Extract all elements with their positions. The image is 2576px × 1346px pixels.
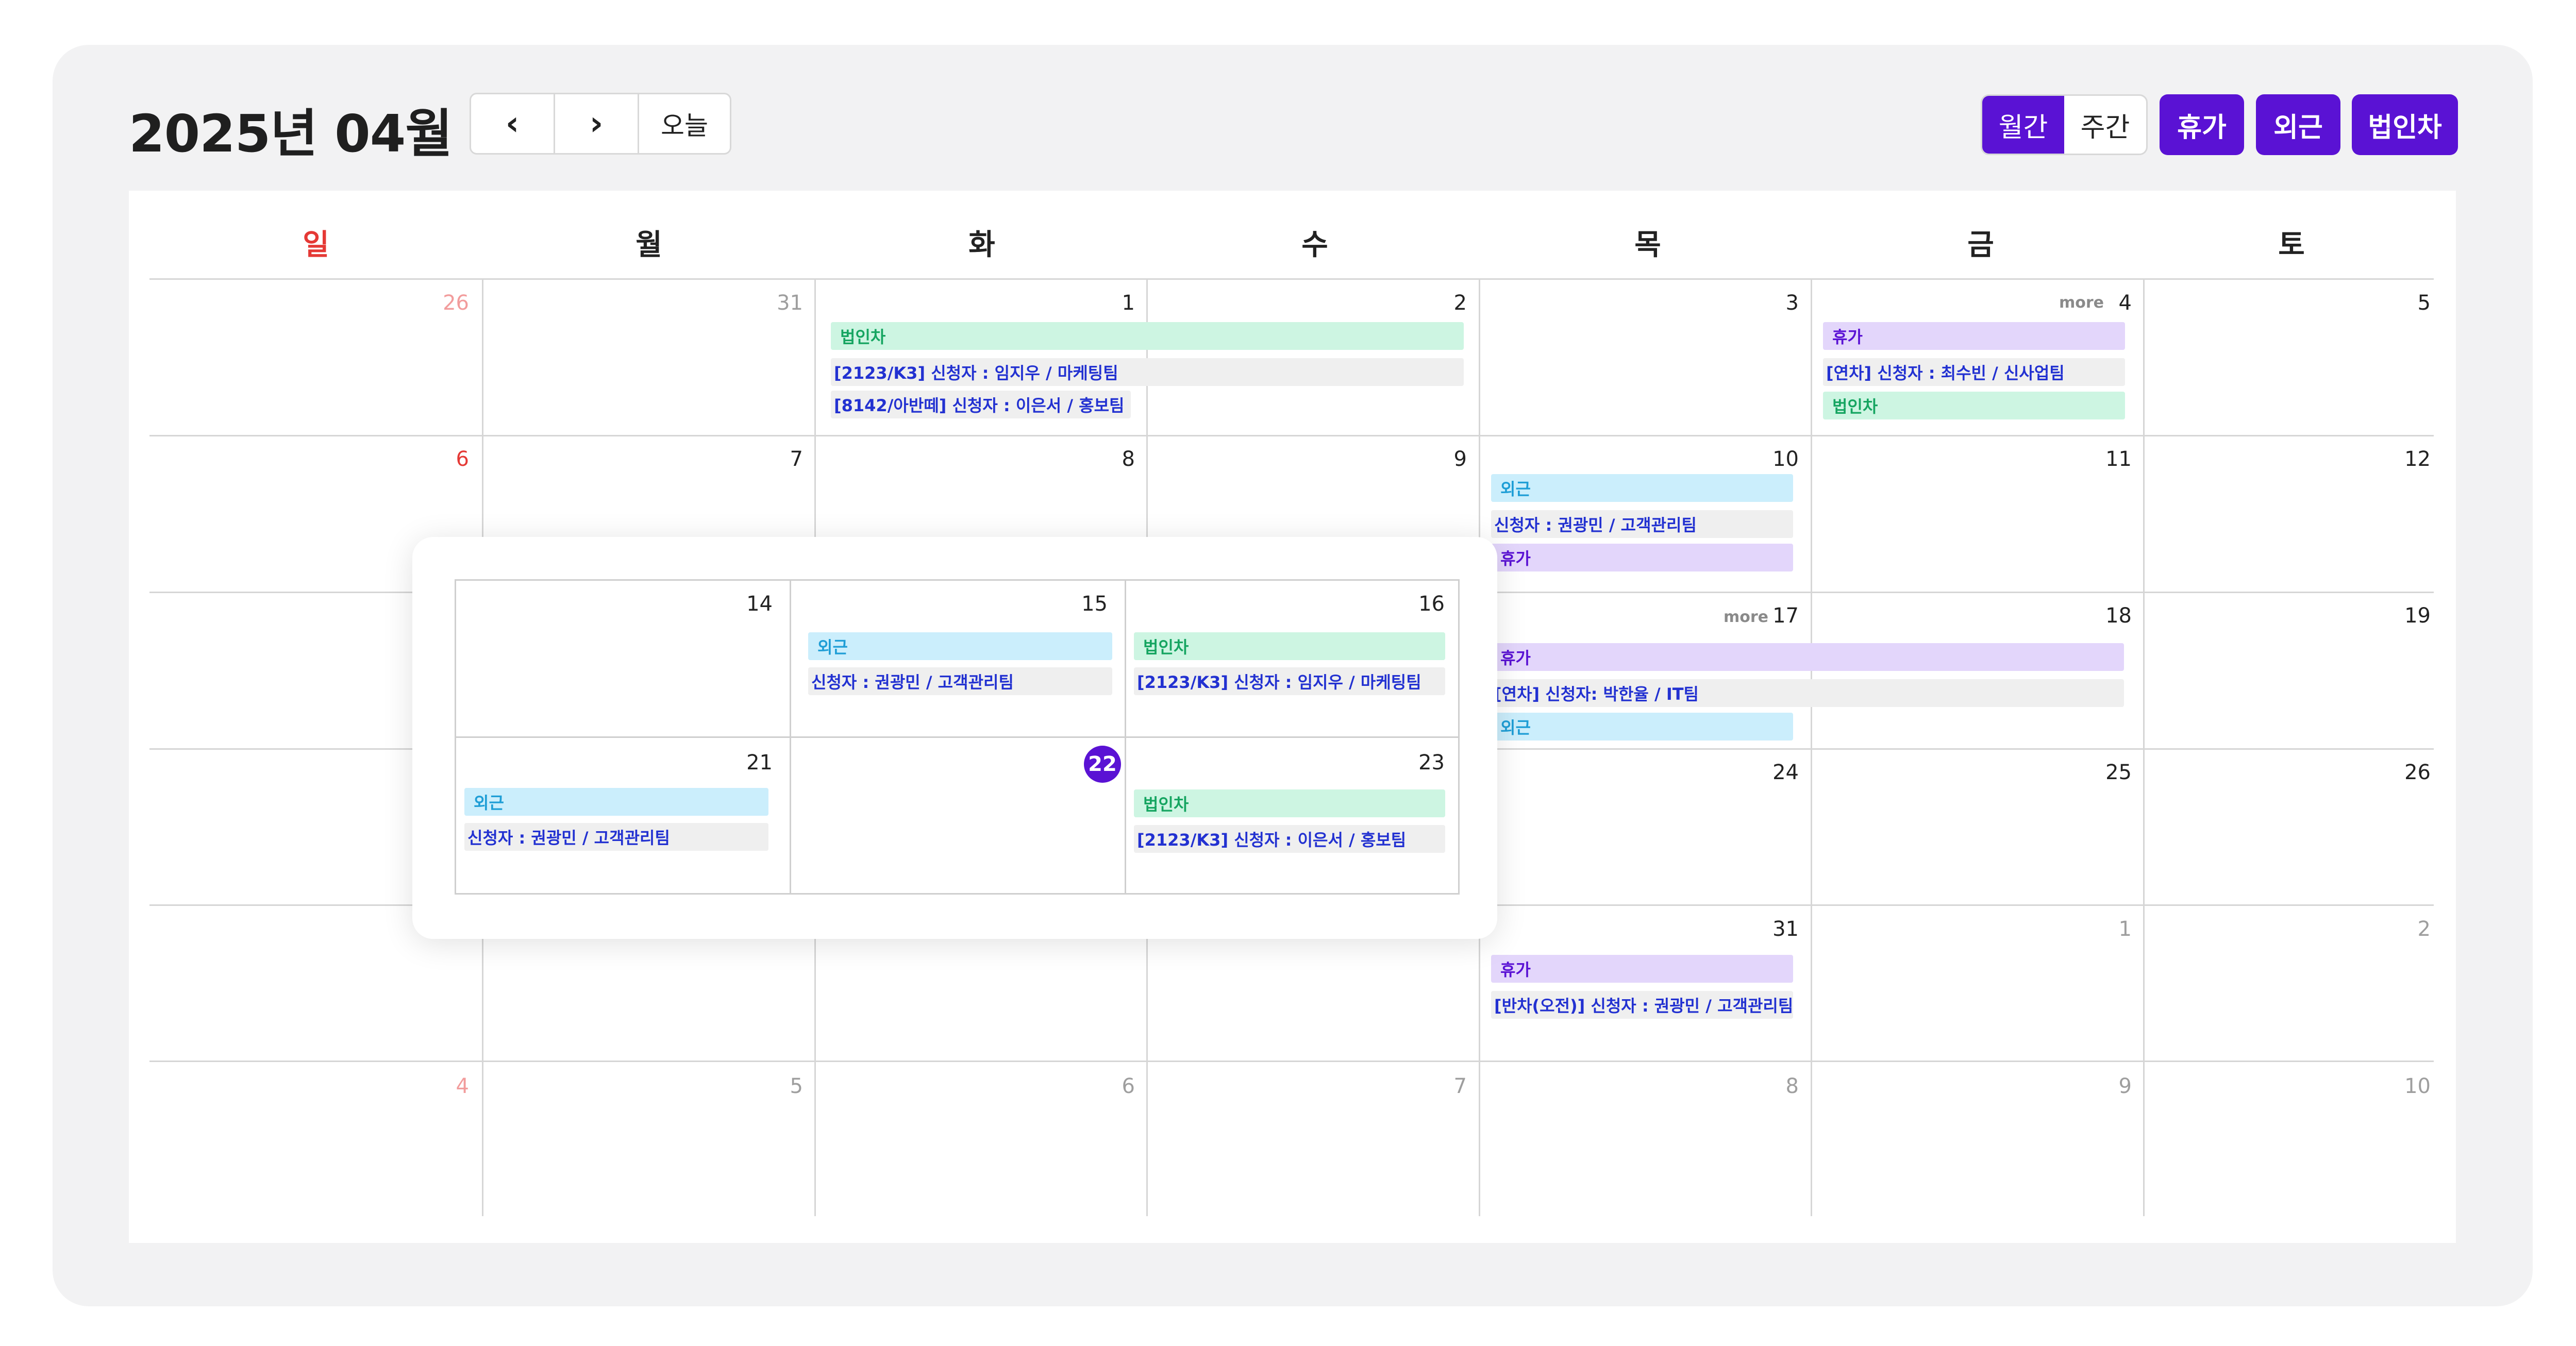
popup-day-number[interactable]: 21 xyxy=(746,751,773,775)
grid-line xyxy=(1811,278,1812,1216)
grid-line xyxy=(149,435,2434,436)
event-detail[interactable]: [반차(오전)] 신청자 : 권광민 / 고객관리팀 xyxy=(1491,991,1793,1019)
day-number[interactable]: 7 xyxy=(790,447,803,471)
day-number[interactable]: 1 xyxy=(1122,291,1135,315)
day-number[interactable]: 17 xyxy=(1772,604,1799,628)
month-view-button[interactable]: 월간 xyxy=(1982,96,2064,154)
event-detail[interactable]: 신청자 : 권광민 / 고객관리팀 xyxy=(1491,510,1793,538)
next-month-button[interactable]: › xyxy=(555,94,639,153)
event-detail[interactable]: [8142/아반떼] 신청자 : 이은서 / 홍보팀 xyxy=(831,391,1131,418)
prev-month-button[interactable]: ‹ xyxy=(471,94,555,153)
day-number[interactable]: 11 xyxy=(2105,447,2132,471)
day-number[interactable]: 25 xyxy=(2105,761,2132,784)
day-number[interactable]: 24 xyxy=(1772,761,1799,784)
day-number[interactable]: 7 xyxy=(1454,1074,1467,1098)
day-number[interactable]: 26 xyxy=(443,291,469,315)
grid-line xyxy=(456,736,1458,738)
event-detail[interactable]: 신청자 : 권광민 / 고객관리팀 xyxy=(464,823,768,851)
event-detail[interactable]: 신청자 : 권광민 / 고객관리팀 xyxy=(808,667,1112,695)
vacation-event[interactable]: 휴가 xyxy=(1491,544,1793,571)
day-number[interactable]: 8 xyxy=(1786,1074,1799,1098)
vacation-filter-button[interactable]: 휴가 xyxy=(2160,94,2244,155)
event-detail[interactable]: [2123/K3] 신청자 : 이은서 / 홍보팀 xyxy=(1134,825,1445,853)
vacation-event[interactable]: 휴가 xyxy=(1491,955,1793,983)
company-car-event[interactable]: 법인차 xyxy=(1823,392,2125,419)
popup-day-number[interactable]: 23 xyxy=(1418,751,1445,775)
today-day-number[interactable]: 22 xyxy=(1084,746,1121,783)
event-detail[interactable]: [2123/K3] 신청자 : 임지우 / 마케팅팀 xyxy=(1134,667,1445,695)
day-number[interactable]: 8 xyxy=(1122,447,1135,471)
day-number[interactable]: 10 xyxy=(2404,1074,2431,1098)
day-number[interactable]: 2 xyxy=(2418,917,2431,941)
day-number[interactable]: 4 xyxy=(456,1074,469,1098)
day-number[interactable]: 9 xyxy=(1454,447,1467,471)
chevron-right-icon: › xyxy=(589,105,604,143)
outwork-event[interactable]: 외근 xyxy=(808,632,1112,660)
week-popup: 14 15 16 21 22 23 외근 신청자 : 권광민 / 고객관리팀 법… xyxy=(412,537,1497,939)
day-number[interactable]: 4 xyxy=(2119,291,2132,315)
view-toggle: 월간 주간 xyxy=(1981,94,2148,155)
day-number[interactable]: 18 xyxy=(2105,604,2132,628)
month-title: 2025년 04월 xyxy=(129,104,453,164)
weekday-mon: 월 xyxy=(635,228,662,262)
outwork-filter-button[interactable]: 외근 xyxy=(2256,94,2340,155)
popup-grid: 14 15 16 21 22 23 외근 신청자 : 권광민 / 고객관리팀 법… xyxy=(455,579,1460,895)
day-number[interactable]: 5 xyxy=(2418,291,2431,315)
weekday-tue: 화 xyxy=(968,228,995,262)
day-number[interactable]: 9 xyxy=(2119,1074,2132,1098)
popup-day-number[interactable]: 14 xyxy=(746,592,773,616)
outwork-event[interactable]: 외근 xyxy=(1491,474,1793,502)
event-detail[interactable]: [2123/K3] 신청자 : 임지우 / 마케팅팀 xyxy=(831,358,1464,386)
day-number[interactable]: 31 xyxy=(777,291,803,315)
day-number[interactable]: 19 xyxy=(2404,604,2431,628)
week-view-button[interactable]: 주간 xyxy=(2064,96,2146,154)
popup-day-number[interactable]: 16 xyxy=(1418,592,1445,616)
weekday-sat: 토 xyxy=(2278,228,2305,262)
day-number[interactable]: 31 xyxy=(1772,917,1799,941)
day-number[interactable]: 6 xyxy=(456,447,469,471)
day-number[interactable]: 26 xyxy=(2404,761,2431,784)
company-car-event[interactable]: 법인차 xyxy=(831,322,1464,350)
more-link[interactable]: more xyxy=(1724,608,1768,626)
company-car-event[interactable]: 법인차 xyxy=(1134,632,1445,660)
today-button[interactable]: 오늘 xyxy=(639,94,730,153)
day-number[interactable]: 2 xyxy=(1454,291,1467,315)
weekday-sun: 일 xyxy=(303,228,329,262)
grid-line xyxy=(2143,278,2145,1216)
day-number[interactable]: 12 xyxy=(2404,447,2431,471)
company-car-event[interactable]: 법인차 xyxy=(1134,789,1445,817)
day-number[interactable]: 10 xyxy=(1772,447,1799,471)
grid-line xyxy=(149,278,2434,280)
event-detail[interactable]: [연차] 신청자 : 최수빈 / 신사업팀 xyxy=(1823,358,2125,386)
vacation-event[interactable]: 휴가 xyxy=(1823,322,2125,350)
weekday-fri: 금 xyxy=(1967,228,1994,262)
grid-line xyxy=(149,1061,2434,1062)
day-number[interactable]: 5 xyxy=(790,1074,803,1098)
vacation-event[interactable]: 휴가 xyxy=(1491,643,2124,671)
month-navigation: ‹ › 오늘 xyxy=(470,93,731,155)
company-car-filter-button[interactable]: 법인차 xyxy=(2352,94,2458,155)
event-detail[interactable]: [연차] 신청자: 박한율 / IT팀 xyxy=(1491,679,2124,707)
outwork-event[interactable]: 외근 xyxy=(1491,713,1793,741)
weekday-thu: 목 xyxy=(1634,228,1661,262)
chevron-left-icon: ‹ xyxy=(505,105,520,143)
weekday-wed: 수 xyxy=(1301,228,1328,262)
outwork-event[interactable]: 외근 xyxy=(464,788,768,816)
more-link[interactable]: more xyxy=(2059,294,2104,312)
day-number[interactable]: 3 xyxy=(1786,291,1799,315)
popup-day-number[interactable]: 15 xyxy=(1081,592,1108,616)
day-number[interactable]: 6 xyxy=(1122,1074,1135,1098)
day-number[interactable]: 1 xyxy=(2119,917,2132,941)
